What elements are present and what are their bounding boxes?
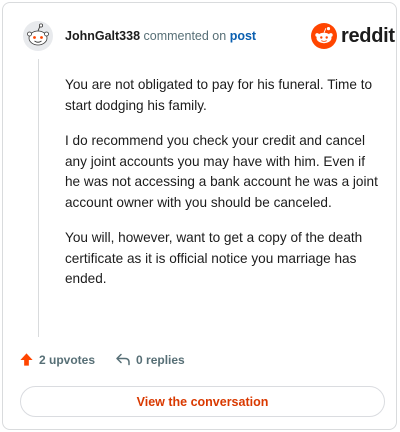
comment-paragraph: I do recommend you check your credit and… — [65, 133, 378, 210]
username-link[interactable]: JohnGalt338 — [65, 29, 140, 43]
comment-paragraph: You are not obligated to pay for his fun… — [65, 77, 373, 113]
comment-paragraph: You will, however, want to get a copy of… — [65, 230, 363, 286]
view-conversation-button[interactable]: View the conversation — [20, 386, 385, 417]
comment-actions: 2 upvotes 0 replies — [19, 352, 185, 367]
reddit-wordmark: reddit — [341, 24, 395, 47]
upvote-count: 2 upvotes — [39, 352, 96, 367]
snoo-avatar-icon — [23, 21, 53, 51]
action-text: commented on — [143, 29, 227, 43]
comment-body: You are not obligated to pay for his fun… — [65, 75, 383, 305]
replies-button[interactable]: 0 replies — [115, 352, 185, 367]
comment-header: JohnGalt338 commented on post — [65, 29, 256, 43]
reply-icon — [116, 353, 130, 366]
post-link[interactable]: post — [230, 29, 256, 43]
comment-card: JohnGalt338 commented on post reddit You… — [2, 2, 397, 430]
reddit-logo[interactable]: reddit — [311, 23, 395, 49]
thread-line — [38, 59, 39, 337]
reddit-snoo-icon — [311, 23, 337, 49]
reply-count: 0 replies — [136, 352, 185, 367]
user-avatar[interactable] — [23, 21, 53, 51]
upvote-button[interactable]: 2 upvotes — [19, 352, 95, 367]
upvote-arrow-icon — [20, 353, 33, 366]
